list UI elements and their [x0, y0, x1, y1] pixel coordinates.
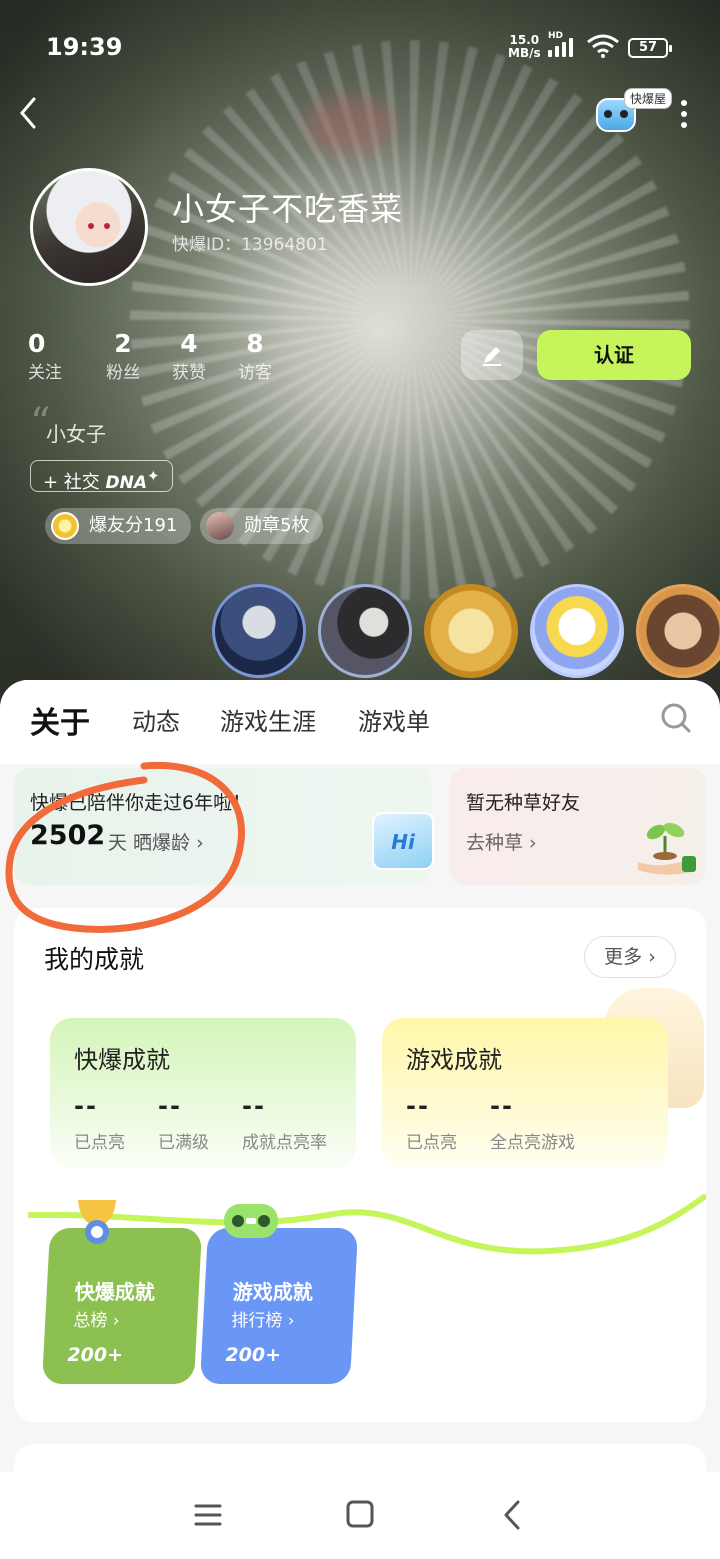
tab-feed[interactable]: 动态: [132, 702, 180, 737]
home-icon[interactable]: [340, 1498, 380, 1532]
profile-stats: 0 关注 2 粉丝 4 获赞 8 访客: [28, 330, 288, 384]
edit-profile-button[interactable]: [461, 330, 523, 380]
user-id: 快爆ID：13964801: [172, 235, 328, 255]
medal-pill[interactable]: 勋章5枚: [200, 508, 324, 544]
sprout-hand-icon: [638, 822, 696, 875]
score-pill[interactable]: 爆友分191: [45, 508, 192, 544]
stat-visitors[interactable]: 8 访客: [222, 330, 288, 384]
badge-icon[interactable]: [318, 584, 412, 678]
tab-bar: 关于 动态 游戏生涯 游戏单: [0, 680, 720, 764]
kb-house-button[interactable]: 快爆屋: [596, 88, 673, 134]
tab-about[interactable]: 关于: [26, 698, 94, 744]
tab-game-list[interactable]: 游戏单: [358, 702, 430, 737]
username: 小女子不吃香菜: [172, 190, 404, 228]
certify-button[interactable]: 认证: [537, 330, 691, 380]
kb-house-label: 快爆屋: [624, 88, 673, 109]
grass-friends-card[interactable]: 暂无种草好友 去种草 ›: [450, 768, 706, 885]
more-options-button[interactable]: [678, 96, 690, 136]
back-button[interactable]: [18, 96, 48, 136]
pencil-icon: [483, 347, 501, 366]
trophy-icon: [78, 1200, 116, 1244]
stat-fans[interactable]: 2 粉丝: [90, 330, 156, 384]
badge-icon[interactable]: [530, 584, 624, 678]
grass-friends-title: 暂无种草好友: [466, 792, 581, 814]
back-nav-icon[interactable]: [494, 1498, 534, 1532]
kb-achievement-leaderboard[interactable]: 快爆成就 总榜 › 200+: [41, 1228, 203, 1384]
tab-game-career[interactable]: 游戏生涯: [220, 702, 316, 737]
search-icon[interactable]: [660, 702, 692, 734]
annotation-circle: [5, 761, 245, 933]
medal-avatar-icon: [206, 512, 234, 540]
badge-icon[interactable]: [212, 584, 306, 678]
game-achievement-card[interactable]: 游戏成就 -- 已点亮 -- 全点亮游戏: [382, 1018, 668, 1168]
network-speed: 15.0 MB/s: [508, 33, 541, 60]
system-nav-bar: [0, 1472, 720, 1559]
avatar[interactable]: [30, 168, 148, 286]
clock: 19:39: [46, 33, 123, 61]
stat-following[interactable]: 0 关注: [28, 330, 90, 384]
medal-badges: [212, 584, 720, 678]
status-bar: 19:39 15.0 MB/s HD 57: [0, 30, 720, 66]
game-achievement-leaderboard[interactable]: 游戏成就 排行榜 › 200+: [199, 1228, 359, 1384]
social-dna-button[interactable]: + 社交 DNA✦: [30, 460, 173, 493]
coin-icon: [51, 512, 79, 540]
achievements-title: 我的成就: [44, 945, 145, 974]
calendar-hi-icon: Hi: [372, 812, 434, 870]
wifi-icon: [587, 34, 619, 58]
battery-icon: 57: [628, 38, 672, 58]
menu-icon[interactable]: [188, 1498, 228, 1532]
gamepad-icon: [224, 1204, 278, 1238]
badge-icon[interactable]: [636, 584, 720, 678]
kb-achievement-card[interactable]: 快爆成就 -- 已点亮 -- 已满级 -- 成就点亮率: [50, 1018, 356, 1168]
signal-icon: HD: [548, 31, 573, 57]
stat-likes[interactable]: 4 获赞: [156, 330, 222, 384]
grass-friends-link[interactable]: 去种草 ›: [466, 828, 537, 855]
achievements-more-button[interactable]: 更多 ›: [584, 936, 676, 978]
bio-text: 小女子: [46, 422, 106, 446]
achievements-section: 我的成就 更多 › 快爆成就 -- 已点亮 -- 已满级 -- 成就点亮率 游戏…: [14, 908, 706, 1422]
badge-icon[interactable]: [424, 584, 518, 678]
